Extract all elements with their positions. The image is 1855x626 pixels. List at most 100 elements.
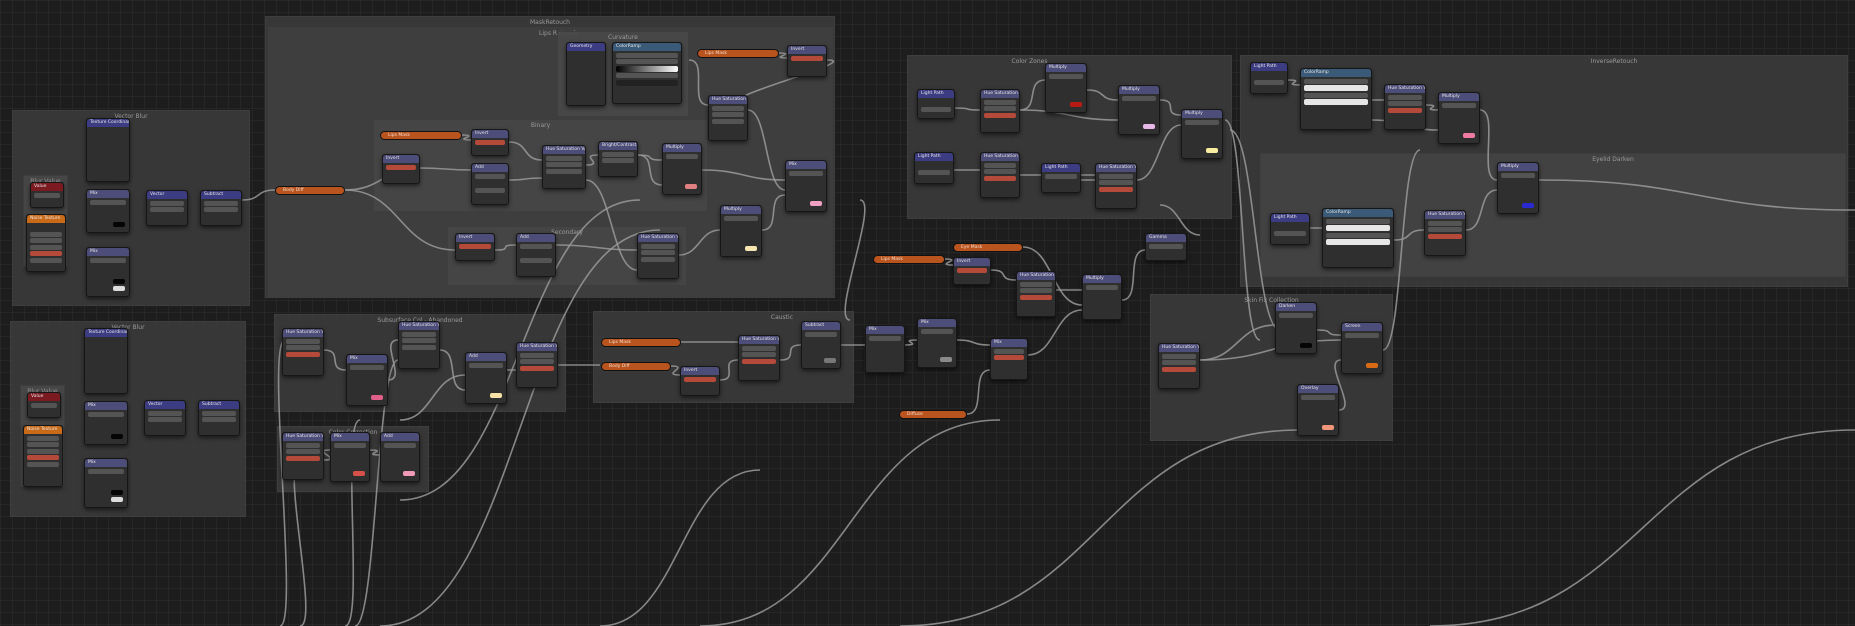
field[interactable] — [616, 59, 678, 64]
hsv-node[interactable]: Hue Saturation Value — [980, 152, 1020, 198]
light-path-node[interactable]: Light Path — [917, 89, 955, 119]
colorramp-node[interactable]: ColorRamp — [1300, 68, 1372, 130]
field[interactable] — [286, 449, 320, 454]
field[interactable] — [1304, 92, 1368, 98]
field[interactable] — [1086, 284, 1118, 290]
mix-node[interactable]: Mix — [990, 338, 1028, 380]
invert-node[interactable]: Invert — [953, 257, 991, 285]
reroute-lips-mask[interactable]: Lips Mask — [601, 338, 681, 347]
mix-node[interactable]: Mix — [346, 354, 388, 406]
reroute-eye-mask[interactable]: Eye Mask — [953, 243, 1023, 252]
value-node[interactable]: Value — [27, 392, 61, 418]
multiply-node[interactable]: Multiply — [1497, 162, 1539, 214]
field[interactable] — [475, 173, 505, 179]
color-swatch[interactable] — [1366, 363, 1378, 368]
overlay-node[interactable]: Overlay — [1297, 384, 1339, 436]
color-swatch[interactable] — [1322, 425, 1334, 430]
field[interactable] — [984, 106, 1016, 111]
field[interactable] — [1326, 218, 1390, 224]
color-swatch[interactable] — [940, 357, 952, 362]
multiply-node[interactable]: Multiply — [1082, 274, 1122, 320]
field[interactable] — [148, 417, 182, 422]
hsv-node[interactable]: Hue Saturation Value — [1424, 210, 1466, 256]
field[interactable] — [1162, 360, 1196, 365]
field[interactable] — [386, 164, 416, 170]
color-swatch[interactable] — [490, 393, 502, 398]
color-swatch[interactable] — [1206, 148, 1218, 153]
field[interactable] — [1428, 233, 1462, 239]
field[interactable] — [1162, 366, 1196, 372]
mix-node[interactable]: Mix — [917, 318, 957, 368]
hsv-node[interactable]: Hue Saturation Value — [398, 321, 440, 369]
field[interactable] — [150, 200, 184, 206]
field[interactable] — [602, 158, 634, 163]
noise-texture-node[interactable]: Noise Texture — [26, 214, 66, 272]
field[interactable] — [742, 358, 776, 364]
node-link[interactable] — [1429, 429, 1855, 626]
field[interactable] — [684, 376, 716, 382]
screen-node[interactable]: Screen — [1341, 322, 1383, 374]
field[interactable] — [724, 215, 758, 221]
field[interactable] — [520, 243, 552, 249]
color-swatch[interactable] — [111, 434, 123, 439]
vector-math-node[interactable]: Vector — [146, 190, 188, 226]
field[interactable] — [469, 362, 503, 368]
texture-coordinate-node[interactable]: Texture Coordinate — [86, 118, 130, 182]
field[interactable] — [30, 238, 62, 243]
color-swatch[interactable] — [1070, 102, 1082, 107]
field[interactable] — [742, 352, 776, 357]
field[interactable] — [475, 187, 505, 193]
field[interactable] — [402, 344, 436, 350]
hsv-node[interactable]: Hue Saturation Value — [516, 342, 558, 388]
field[interactable] — [90, 199, 126, 205]
invert-node[interactable]: Invert — [787, 45, 827, 77]
subtract-node[interactable]: Subtract — [198, 400, 240, 436]
field[interactable] — [805, 331, 837, 337]
reroute-lips-mask[interactable]: Lips Mask — [873, 255, 945, 264]
value-node[interactable]: Value — [30, 182, 64, 208]
field[interactable] — [27, 455, 59, 460]
hsv-node[interactable]: Hue Saturation Value — [1384, 84, 1426, 130]
field[interactable] — [30, 251, 62, 256]
field[interactable] — [30, 257, 62, 263]
color-swatch[interactable] — [403, 471, 415, 476]
colorramp-node[interactable]: ColorRamp — [1322, 208, 1394, 268]
noise-texture-node[interactable]: Noise Texture — [23, 425, 63, 487]
field[interactable] — [148, 410, 182, 416]
add-node[interactable]: Add — [380, 432, 420, 482]
value-field[interactable] — [31, 402, 57, 408]
light-path-node[interactable]: Light Path — [1270, 213, 1310, 245]
field[interactable] — [286, 351, 320, 357]
field[interactable] — [204, 207, 238, 212]
field[interactable] — [641, 250, 675, 255]
field[interactable] — [616, 73, 678, 78]
color-ramp-stop[interactable] — [1326, 239, 1390, 245]
field[interactable] — [789, 170, 823, 176]
field[interactable] — [712, 112, 744, 117]
multiply-node[interactable]: Multiply — [1045, 63, 1087, 113]
field[interactable] — [1045, 173, 1077, 179]
vector-math-node[interactable]: Vector — [144, 400, 186, 436]
add-node[interactable]: Add — [471, 163, 509, 205]
field[interactable] — [88, 411, 124, 417]
node-link[interactable] — [899, 429, 1301, 626]
field[interactable] — [712, 118, 744, 124]
node-link[interactable] — [699, 419, 1001, 626]
field[interactable] — [520, 352, 554, 358]
field[interactable] — [88, 468, 124, 474]
field[interactable] — [742, 345, 776, 351]
field[interactable] — [1326, 232, 1390, 238]
field[interactable] — [1388, 107, 1422, 113]
node-link[interactable] — [990, 269, 1017, 281]
field[interactable] — [1099, 186, 1133, 192]
hsv-node[interactable]: Hue Saturation Value — [1095, 163, 1137, 209]
color-swatch[interactable] — [113, 286, 125, 291]
node-link[interactable] — [844, 199, 866, 321]
color-swatch[interactable] — [113, 222, 125, 227]
field[interactable] — [1501, 172, 1535, 178]
hsv-node[interactable]: Hue Saturation Value — [282, 432, 324, 480]
add-node[interactable]: Add — [516, 233, 556, 277]
color-swatch[interactable] — [810, 201, 822, 206]
color-swatch[interactable] — [824, 358, 836, 363]
field[interactable] — [712, 105, 744, 111]
